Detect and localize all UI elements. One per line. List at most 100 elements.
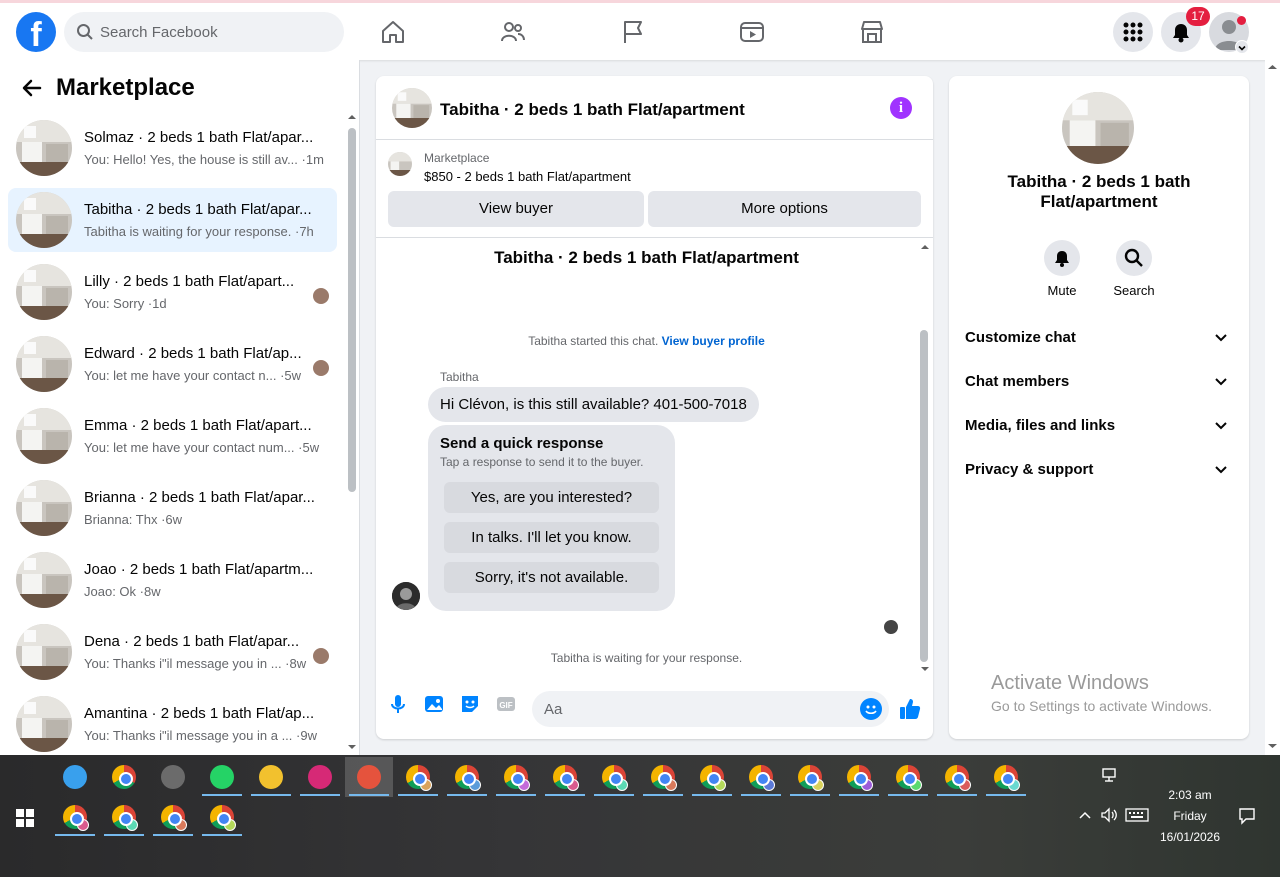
thumbs-up-icon[interactable] bbox=[898, 697, 922, 721]
windows-start-icon[interactable] bbox=[16, 809, 34, 827]
privacy-support-section[interactable]: Privacy & support bbox=[965, 456, 1233, 484]
chat-scroll-thumb[interactable] bbox=[920, 330, 928, 662]
incoming-message-bubble[interactable]: Hi Clévon, is this still available? 401-… bbox=[428, 387, 759, 422]
chrome-profile-window-icon[interactable] bbox=[149, 797, 197, 837]
chrome-profile-window-icon[interactable] bbox=[835, 757, 883, 797]
watch-icon[interactable] bbox=[739, 19, 765, 45]
sticker-icon[interactable] bbox=[459, 693, 481, 715]
chrome-profile-window-icon[interactable] bbox=[590, 757, 638, 797]
conversation-info-icon[interactable]: i bbox=[890, 97, 912, 119]
more-options-button[interactable]: More options bbox=[648, 191, 921, 227]
customize-chat-section[interactable]: Customize chat bbox=[965, 324, 1233, 352]
profile-badge bbox=[812, 779, 824, 791]
chrome-profile-window-icon[interactable] bbox=[786, 757, 834, 797]
back-arrow-icon[interactable] bbox=[20, 76, 44, 100]
chrome-profile-window-icon[interactable] bbox=[394, 757, 442, 797]
scroll-up-arrow-icon[interactable] bbox=[1265, 62, 1280, 72]
conversation-item[interactable]: Emma · 2 beds 1 bath Flat/apart... You: l… bbox=[8, 404, 337, 468]
chrome-profile-window-icon[interactable] bbox=[198, 797, 246, 837]
chrome-profile-window-icon[interactable] bbox=[443, 757, 491, 797]
conversation-item[interactable]: Joao · 2 beds 1 bath Flat/apartm... Joao:… bbox=[8, 548, 337, 612]
calculator-app-icon[interactable] bbox=[149, 757, 197, 797]
read-receipt-avatar bbox=[313, 360, 329, 376]
apartment-photo bbox=[16, 192, 72, 248]
marketplace-inbox-sidebar: Marketplace Solmaz · 2 beds 1 bath Flat/… bbox=[0, 60, 360, 755]
message-input[interactable] bbox=[532, 691, 889, 727]
scroll-up-arrow-icon[interactable] bbox=[347, 112, 357, 122]
home-icon[interactable] bbox=[380, 19, 406, 45]
chrome-profile-window-icon[interactable] bbox=[492, 757, 540, 797]
conversation-item[interactable]: Dena · 2 beds 1 bath Flat/apar... You: Th… bbox=[8, 620, 337, 684]
network-icon[interactable] bbox=[1101, 767, 1119, 783]
paint-app-icon[interactable] bbox=[345, 757, 393, 797]
search-box[interactable] bbox=[64, 12, 344, 52]
gif-icon[interactable]: GIF bbox=[495, 693, 517, 715]
profile-badge bbox=[861, 779, 873, 791]
conversation-item[interactable]: Tabitha · 2 beds 1 bath Flat/apar... Tabi… bbox=[8, 188, 337, 252]
apartment-photo bbox=[16, 408, 72, 464]
scroll-down-arrow-icon[interactable] bbox=[1265, 741, 1280, 751]
menu-grid-button[interactable] bbox=[1113, 12, 1153, 52]
photo-attach-icon[interactable] bbox=[423, 693, 445, 715]
chrome-profile-window-icon[interactable] bbox=[737, 757, 785, 797]
listing-large-thumbnail[interactable] bbox=[1062, 92, 1134, 164]
scroll-down-arrow-icon[interactable] bbox=[347, 742, 357, 752]
instagram-app-icon[interactable] bbox=[296, 757, 344, 797]
facebook-logo[interactable]: f bbox=[16, 12, 56, 52]
account-menu-caret[interactable] bbox=[1235, 40, 1249, 54]
top-navigation-bar: f 17 bbox=[0, 0, 1280, 60]
buyer-avatar[interactable] bbox=[392, 582, 420, 610]
chrome-profile-window-icon[interactable] bbox=[639, 757, 687, 797]
search-input[interactable] bbox=[100, 12, 330, 52]
chevron-down-icon bbox=[1215, 334, 1227, 342]
chrome-profile-window-icon[interactable] bbox=[51, 797, 99, 837]
conversation-item[interactable]: Edward · 2 beds 1 bath Flat/ap... You: le… bbox=[8, 332, 337, 396]
emoji-icon[interactable] bbox=[860, 698, 882, 720]
outlook-app-icon[interactable] bbox=[51, 757, 99, 797]
marketplace-icon[interactable] bbox=[859, 19, 885, 45]
view-buyer-button[interactable]: View buyer bbox=[388, 191, 644, 227]
file-explorer-app-icon[interactable] bbox=[247, 757, 295, 797]
conversation-title: Edward · 2 beds 1 bath Flat/ap... bbox=[84, 345, 302, 362]
chrome-profile-window-icon[interactable] bbox=[933, 757, 981, 797]
view-buyer-profile-link[interactable]: View buyer profile bbox=[662, 334, 765, 348]
listing-thumbnail[interactable] bbox=[392, 88, 432, 128]
chrome-profile-window-icon[interactable] bbox=[541, 757, 589, 797]
listing-price-title[interactable]: $850 - 2 beds 1 bath Flat/apartment bbox=[424, 169, 631, 184]
chrome-profile-window-icon[interactable] bbox=[688, 757, 736, 797]
scroll-up-arrow-icon[interactable] bbox=[920, 242, 930, 252]
pages-flag-icon[interactable] bbox=[620, 19, 646, 45]
message-thread: Tabitha · 2 beds 1 bath Flat/apartment T… bbox=[376, 238, 933, 676]
quick-response-option[interactable]: Yes, are you interested? bbox=[444, 482, 659, 513]
conversation-item[interactable]: Amantina · 2 beds 1 bath Flat/ap... You: … bbox=[8, 692, 337, 755]
page-scrollbar[interactable] bbox=[1265, 60, 1280, 755]
volume-icon[interactable] bbox=[1100, 807, 1118, 823]
conversation-item[interactable]: Lilly · 2 beds 1 bath Flat/apart... You: … bbox=[8, 260, 337, 324]
quick-response-option[interactable]: In talks. I'll let you know. bbox=[444, 522, 659, 553]
chrome-profile-window-icon[interactable] bbox=[884, 757, 932, 797]
chrome-profile-window-icon[interactable] bbox=[100, 797, 148, 837]
microphone-icon[interactable] bbox=[387, 693, 409, 715]
chrome-profile-window-icon[interactable] bbox=[982, 757, 1030, 797]
action-center-icon[interactable] bbox=[1238, 807, 1256, 825]
search-conversation-button[interactable]: Search bbox=[1104, 240, 1164, 298]
show-hidden-icons-chevron-icon[interactable] bbox=[1078, 809, 1092, 821]
quick-response-option[interactable]: Sorry, it's not available. bbox=[444, 562, 659, 593]
whatsapp-app-icon[interactable] bbox=[198, 757, 246, 797]
running-indicator bbox=[839, 794, 879, 796]
system-clock[interactable]: 2:03 am Friday 16/01/2026 bbox=[1150, 785, 1230, 848]
chat-members-section[interactable]: Chat members bbox=[965, 368, 1233, 396]
quick-response-subtitle: Tap a response to send it to the buyer. bbox=[440, 455, 644, 469]
profile-badge bbox=[714, 779, 726, 791]
sidebar-scroll-thumb[interactable] bbox=[348, 128, 356, 492]
scroll-down-arrow-icon[interactable] bbox=[920, 664, 930, 674]
friends-icon[interactable] bbox=[500, 19, 526, 45]
listing-mini-thumbnail[interactable] bbox=[388, 152, 412, 176]
keyboard-icon[interactable] bbox=[1125, 808, 1149, 822]
conversation-item[interactable]: Solmaz · 2 beds 1 bath Flat/apar... You: … bbox=[8, 116, 337, 180]
conversation-item[interactable]: Brianna · 2 beds 1 bath Flat/apar... Bria… bbox=[8, 476, 337, 540]
chrome-app-icon[interactable] bbox=[100, 757, 148, 797]
mute-button[interactable]: Mute bbox=[1032, 240, 1092, 298]
quick-response-title: Send a quick response bbox=[440, 435, 604, 452]
media-files-links-section[interactable]: Media, files and links bbox=[965, 412, 1233, 440]
